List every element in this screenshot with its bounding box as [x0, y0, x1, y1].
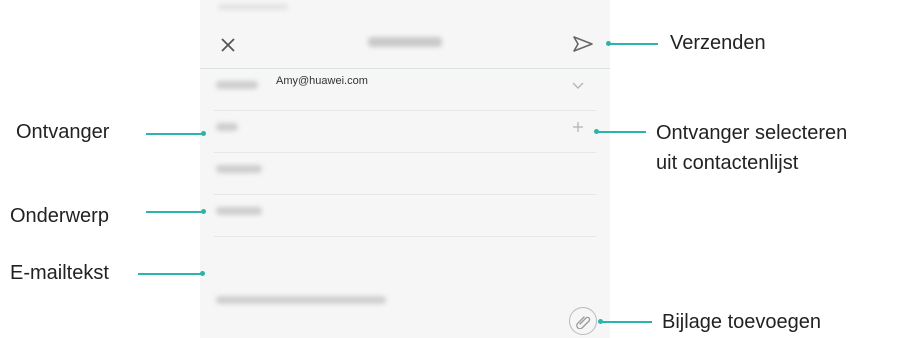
select-recipient-callout-label-line1: Ontvanger selecteren [656, 122, 848, 144]
from-row[interactable]: Amy@huawei.com [214, 68, 596, 111]
body-callout-dot [200, 271, 205, 276]
body-field[interactable] [214, 237, 596, 297]
body-callout-label: E-mailtekst [10, 262, 109, 284]
screen-title [368, 37, 442, 47]
plus-icon[interactable] [572, 121, 584, 133]
cc-bcc-row[interactable] [214, 152, 596, 195]
subject-label [216, 207, 262, 215]
attach-button[interactable] [569, 307, 597, 335]
recipient-callout-dot [201, 131, 206, 136]
attach-callout-label: Bijlage toevoegen [662, 311, 822, 333]
attach-callout-line [600, 321, 652, 323]
recipient-callout-line [146, 133, 204, 135]
select-recipient-callout-label-line2: uit contactenlijst [656, 152, 799, 174]
compose-screen: Amy@huawei.com [200, 0, 610, 338]
subject-callout-label: Onderwerp [10, 205, 109, 227]
to-row[interactable] [214, 110, 596, 153]
body-callout-line [138, 273, 203, 275]
send-icon[interactable] [572, 35, 594, 53]
signature-text [216, 296, 386, 304]
chevron-down-icon[interactable] [572, 82, 584, 90]
send-callout-line [608, 43, 658, 45]
send-callout-label: Verzenden [670, 32, 766, 54]
recipient-callout-label: Ontvanger [16, 121, 110, 143]
subject-callout-dot [201, 209, 206, 214]
cc-bcc-label [216, 165, 262, 173]
from-value: Amy@huawei.com [276, 75, 368, 87]
subject-row[interactable] [214, 194, 596, 237]
status-bar [218, 4, 288, 10]
from-label [216, 81, 258, 89]
subject-callout-line [146, 211, 204, 213]
close-icon[interactable] [219, 36, 237, 54]
to-label [216, 123, 238, 131]
select-recipient-callout-line [597, 131, 646, 133]
paperclip-icon [576, 316, 591, 329]
